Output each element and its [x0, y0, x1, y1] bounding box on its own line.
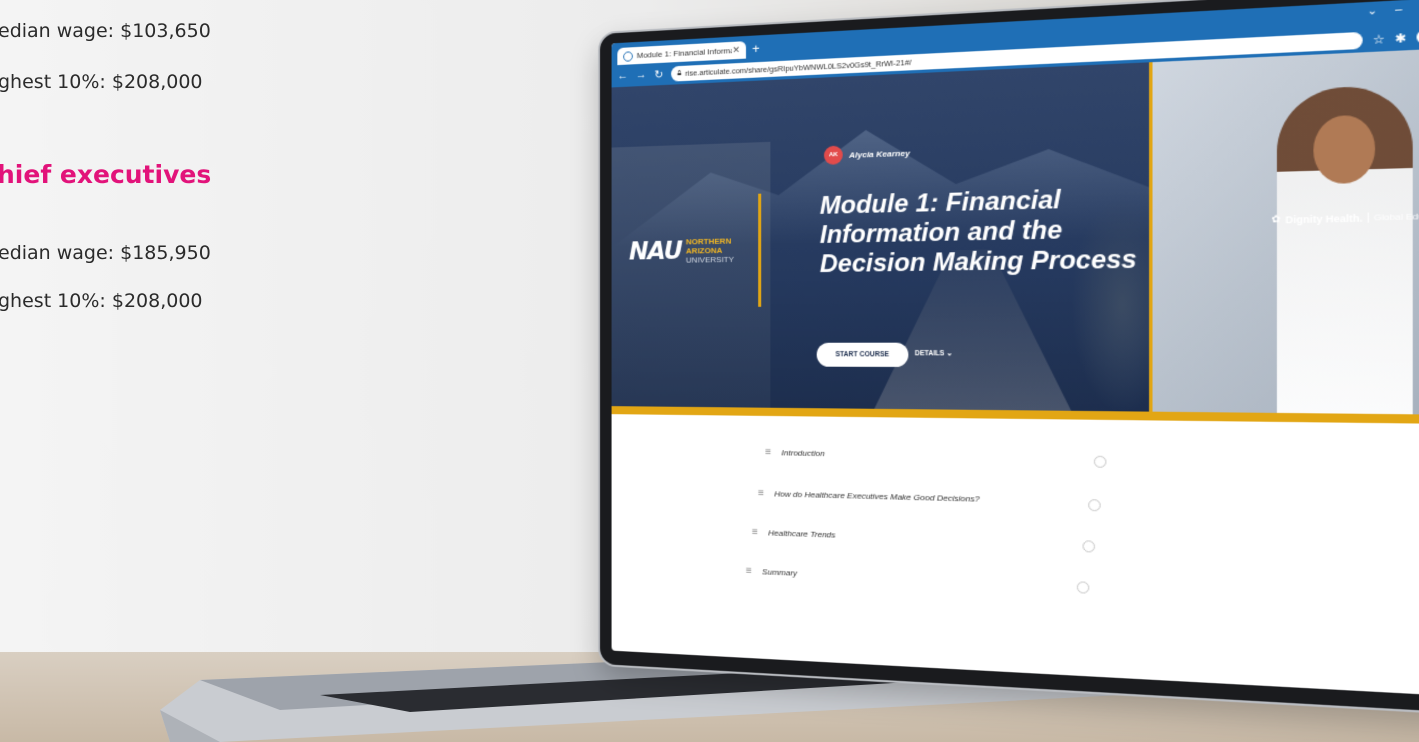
gold-divider	[758, 193, 762, 307]
lesson-label: How do Healthcare Executives Make Good D…	[774, 489, 980, 504]
dignity-flower-icon: ✿	[1271, 213, 1281, 225]
author-name: Alycia Kearney	[849, 147, 910, 160]
chevron-down-icon: ⌄	[946, 350, 953, 358]
partner-name: Dignity Health.	[1285, 212, 1363, 225]
median-wage-text-1: edian wage: $103,650	[0, 20, 211, 42]
lesson-item[interactable]: ≡ How do Healthcare Executives Make Good…	[758, 488, 979, 505]
browser-window: Module 1: Financial Information ✕ + ⌄ – …	[611, 0, 1419, 697]
details-button[interactable]: DETAILS ⌄	[914, 349, 953, 358]
tab-title: Module 1: Financial Information	[636, 45, 733, 61]
lesson-icon: ≡	[752, 526, 759, 539]
lesson-item[interactable]: ≡ Summary	[746, 566, 797, 579]
favicon-icon	[623, 50, 633, 62]
partner-unit: Global Education	[1367, 210, 1419, 223]
toolbar-icons: ☆ ✱ ● ⋮	[1373, 28, 1419, 47]
close-tab-icon[interactable]: ✕	[732, 45, 740, 57]
reload-icon[interactable]: ↻	[654, 67, 663, 81]
highest-wage-text-1: ghest 10%: $208,000	[0, 71, 203, 93]
hero-photo: ✿ Dignity Health. Global Education	[1149, 47, 1419, 415]
back-icon[interactable]: ←	[617, 70, 628, 83]
article-excerpt: edian wage: $103,650 ghest 10%: $208,000…	[0, 0, 260, 742]
lesson-status-icon	[1093, 455, 1107, 468]
lesson-status-icon	[1088, 499, 1101, 512]
bookmark-star-icon[interactable]: ☆	[1373, 31, 1385, 46]
highest-wage-text-2: ghest 10%: $208,000	[0, 290, 203, 312]
start-course-button[interactable]: START COURSE	[816, 342, 909, 367]
new-tab-icon[interactable]: +	[752, 40, 760, 56]
course-hero: NAU NORTHERN ARIZONA UNIVERSITY AK Alyci…	[611, 47, 1419, 415]
forward-icon[interactable]: →	[636, 69, 647, 82]
minimize-icon[interactable]: –	[1395, 4, 1402, 17]
lesson-icon: ≡	[758, 487, 765, 500]
nau-line-3: UNIVERSITY	[685, 254, 734, 265]
nau-logo-text: NORTHERN ARIZONA UNIVERSITY	[686, 236, 734, 264]
details-label: DETAILS	[914, 350, 945, 358]
lesson-icon: ≡	[745, 565, 752, 578]
lesson-item[interactable]: ≡ Introduction	[765, 447, 824, 459]
lesson-list: ≡ Introduction ≡ How do Healthcare Execu…	[612, 414, 1419, 655]
lesson-label: Healthcare Trends	[768, 528, 836, 540]
lesson-label: Introduction	[781, 448, 825, 459]
nau-logo-mark: NAU	[628, 236, 683, 266]
building-image	[611, 141, 771, 410]
lesson-label: Summary	[762, 567, 798, 578]
occupation-heading: hief executives	[0, 160, 212, 189]
window-controls: ⌄ – □ ✕	[1367, 1, 1419, 18]
lesson-status-icon	[1076, 581, 1090, 594]
lock-icon: 🔒︎	[677, 67, 682, 78]
chevron-down-icon[interactable]: ⌄	[1367, 5, 1377, 18]
extensions-icon[interactable]: ✱	[1395, 30, 1407, 45]
lesson-icon: ≡	[765, 446, 772, 459]
nau-logo: NAU NORTHERN ARIZONA UNIVERSITY	[628, 235, 734, 266]
median-wage-text-2: edian wage: $185,950	[0, 242, 211, 264]
laptop-screen: Module 1: Financial Information ✕ + ⌄ – …	[600, 0, 1419, 714]
course-author: AK Alycia Kearney	[823, 143, 910, 165]
avatar: AK	[823, 145, 843, 165]
lesson-item[interactable]: ≡ Healthcare Trends	[752, 527, 835, 541]
course-title: Module 1: Financial Information and the …	[819, 185, 1137, 279]
lesson-status-icon	[1082, 540, 1096, 553]
